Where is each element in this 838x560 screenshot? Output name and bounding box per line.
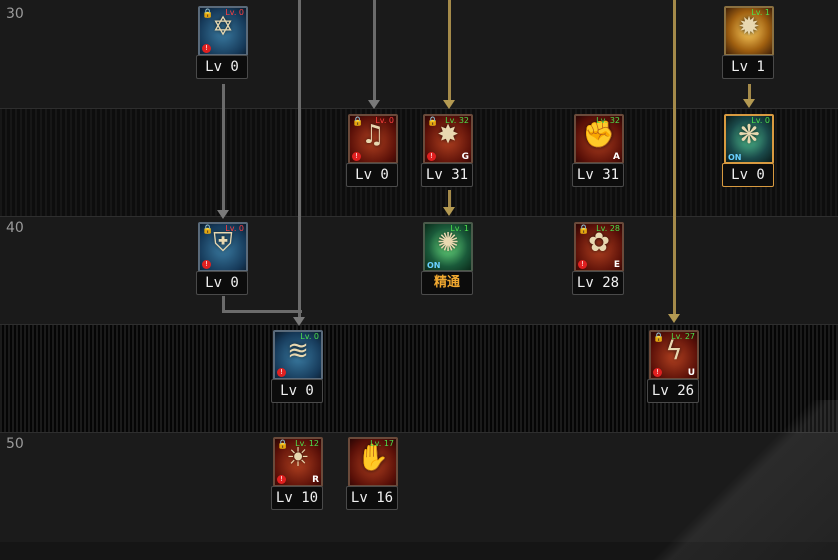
- skill-grade-badge: A: [613, 152, 620, 162]
- lock-icon: 🔒: [202, 9, 214, 19]
- music-notes-icon[interactable]: ♫ Lv. 0 🔒!: [348, 114, 398, 164]
- warning-icon: !: [352, 152, 361, 161]
- toggle-on-badge: ON: [728, 153, 742, 162]
- required-level-label: Lv. 28: [596, 224, 620, 233]
- skill-level-label: Lv 16: [346, 486, 398, 510]
- skill-level-label: Lv 28: [572, 271, 624, 295]
- flash-burst-icon[interactable]: ✸ Lv. 32 🔒! G: [423, 114, 473, 164]
- connector-arrow: [368, 100, 380, 109]
- warning-icon: !: [202, 260, 211, 269]
- warning-icon: !: [427, 152, 436, 161]
- skill-slot[interactable]: ☀ Lv. 12 🔒! R Lv 10: [271, 435, 325, 513]
- skill-slot[interactable]: ✊ Lv. 32 A Lv 31: [572, 112, 626, 190]
- required-level-label: Lv. 0: [225, 8, 244, 17]
- connector-arrow: [743, 99, 755, 108]
- skill-slot[interactable]: ⛨ Lv. 0 🔒! Lv 0: [196, 220, 250, 298]
- connector-line: [298, 0, 301, 318]
- level-marker-30: 30: [6, 6, 24, 22]
- skill-slot[interactable]: ✸ Lv. 32 🔒! G Lv 31: [421, 112, 475, 190]
- skill-slot[interactable]: ✿ Lv. 28 🔒! E Lv 28: [572, 220, 626, 298]
- connector-arrow: [293, 317, 305, 326]
- green-snowflake-icon[interactable]: ❋ Lv. 0 ON: [724, 114, 774, 164]
- level-band-35: [0, 108, 838, 216]
- connector-line: [673, 0, 676, 315]
- lock-icon: 🔒: [277, 440, 289, 450]
- skill-slot[interactable]: ✺ Lv. 1 ON 精通: [421, 220, 475, 298]
- connector-arrow: [443, 207, 455, 216]
- connector-line: [748, 84, 751, 100]
- required-level-label: Lv. 1: [450, 224, 469, 233]
- skill-slot[interactable]: ≋ Lv. 0! Lv 0: [271, 328, 325, 406]
- toggle-on-badge: ON: [427, 261, 441, 270]
- flame-eye-icon[interactable]: ☀ Lv. 12 🔒! R: [273, 437, 323, 487]
- skill-level-label: Lv 1: [722, 55, 774, 79]
- skill-level-label: Lv 0: [271, 379, 323, 403]
- lock-icon: 🔒: [578, 225, 590, 235]
- required-level-label: Lv. 1: [751, 8, 770, 17]
- required-level-label: Lv. 0: [225, 224, 244, 233]
- warning-icon: !: [578, 260, 587, 269]
- required-level-label: Lv. 17: [370, 439, 394, 448]
- level-band-30: [0, 0, 838, 108]
- green-fist-icon[interactable]: ✋ Lv. 17: [348, 437, 398, 487]
- shield-sword-icon[interactable]: ⛨ Lv. 0 🔒!: [198, 222, 248, 272]
- skill-level-label: Lv 31: [572, 163, 624, 187]
- hexagram-icon[interactable]: ✡ Lv. 0 🔒!: [198, 6, 248, 56]
- connector-line: [448, 0, 451, 100]
- required-level-label: Lv. 0: [300, 332, 319, 341]
- wind-slash-icon[interactable]: ≋ Lv. 0!: [273, 330, 323, 380]
- warning-icon: !: [653, 368, 662, 377]
- required-level-label: Lv. 32: [445, 116, 469, 125]
- warning-icon: !: [202, 44, 211, 53]
- skill-level-label: Lv 0: [722, 163, 774, 187]
- golden-burst-icon[interactable]: ✹ Lv. 1: [724, 6, 774, 56]
- skill-level-label: Lv 31: [421, 163, 473, 187]
- required-level-label: Lv. 0: [751, 116, 770, 125]
- skill-grade-badge: G: [461, 152, 469, 162]
- skill-grade-badge: R: [312, 475, 319, 485]
- gear-sun-icon[interactable]: ✿ Lv. 28 🔒! E: [574, 222, 624, 272]
- skill-level-label: Lv 0: [346, 163, 398, 187]
- lock-icon: 🔒: [653, 333, 665, 343]
- band-divider: [0, 216, 838, 217]
- level-marker-50: 50: [6, 436, 24, 452]
- level-band-40: [0, 216, 838, 324]
- skill-slot[interactable]: ♫ Lv. 0 🔒! Lv 0: [346, 112, 400, 190]
- skill-grade-badge: U: [687, 368, 695, 378]
- skill-level-label: Lv 26: [647, 379, 699, 403]
- level-marker-40: 40: [6, 220, 24, 236]
- connector-line: [222, 84, 225, 212]
- band-divider: [0, 324, 838, 325]
- green-flash-icon[interactable]: ✺ Lv. 1 ON: [423, 222, 473, 272]
- skill-slot[interactable]: ❋ Lv. 0 ON Lv 0: [722, 112, 776, 190]
- connector-arrow: [217, 210, 229, 219]
- connector-line: [222, 310, 302, 313]
- connector-arrow: [668, 314, 680, 323]
- warning-icon: !: [277, 368, 286, 377]
- page-fold-shading: [650, 400, 838, 560]
- lock-icon: 🔒: [202, 225, 214, 235]
- lock-icon: 🔒: [352, 117, 364, 127]
- fist-strike-icon[interactable]: ✊ Lv. 32 A: [574, 114, 624, 164]
- skill-level-label: 精通: [421, 271, 473, 295]
- skill-grade-badge: E: [613, 260, 620, 270]
- skill-level-label: Lv 10: [271, 486, 323, 510]
- warning-icon: !: [277, 475, 286, 484]
- lightning-strike-icon[interactable]: ϟ Lv. 27 🔒! U: [649, 330, 699, 380]
- required-level-label: Lv. 27: [671, 332, 695, 341]
- skill-slot[interactable]: ϟ Lv. 27 🔒! U Lv 26: [647, 328, 701, 406]
- skill-level-label: Lv 0: [196, 55, 248, 79]
- required-level-label: Lv. 0: [375, 116, 394, 125]
- connector-line: [373, 0, 376, 100]
- skill-slot[interactable]: ✹ Lv. 1 Lv 1: [722, 4, 776, 82]
- required-level-label: Lv. 32: [596, 116, 620, 125]
- connector-arrow: [443, 100, 455, 109]
- skill-slot[interactable]: ✋ Lv. 17 Lv 16: [346, 435, 400, 513]
- required-level-label: Lv. 12: [295, 439, 319, 448]
- connector-line: [448, 190, 451, 208]
- lock-icon: 🔒: [427, 117, 439, 127]
- band-divider: [0, 108, 838, 109]
- skill-slot[interactable]: ✡ Lv. 0 🔒! Lv 0: [196, 4, 250, 82]
- skill-level-label: Lv 0: [196, 271, 248, 295]
